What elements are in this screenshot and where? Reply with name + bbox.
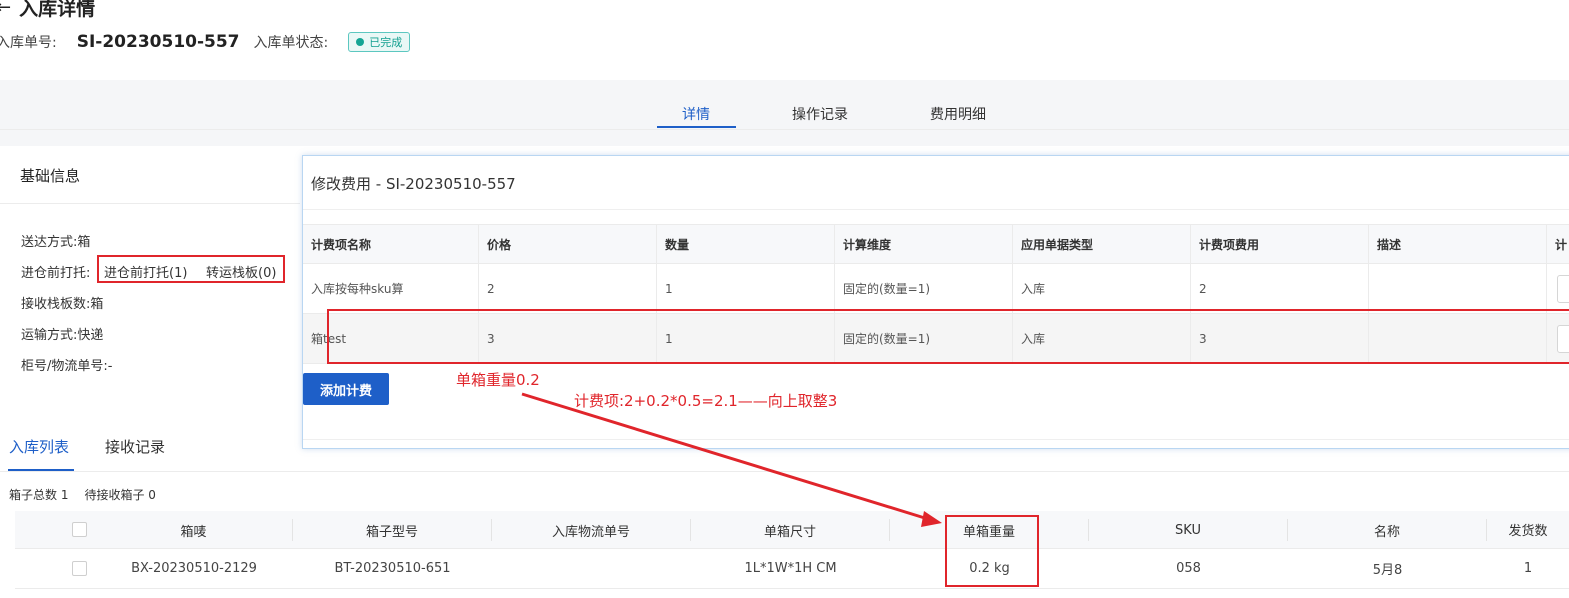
total-boxes: 箱子总数 1 [9, 488, 69, 502]
arrow-left-icon[interactable]: ← [0, 0, 11, 18]
tab-fee-details[interactable]: 费用明细 [930, 104, 986, 124]
status-badge: 已完成 [348, 32, 411, 52]
divider [0, 203, 300, 204]
cell-name: 5月8 [1372, 563, 1403, 578]
info-received-pallets: 接收栈板数:箱 [21, 297, 104, 312]
info-delivery-method: 送达方式:箱 [21, 235, 91, 250]
pallet-highlight-box [97, 255, 285, 283]
column-header: 描述 [1369, 225, 1547, 263]
column-header: 箱唛 [95, 519, 293, 541]
modal-title: 修改费用 - SI-20230510-557 [311, 175, 516, 193]
column-header: 计费项费用 [1191, 225, 1369, 263]
page-title: 入库详情 [19, 0, 96, 20]
column-header: 计算维度 [835, 225, 1013, 263]
weight-highlight-box [945, 515, 1039, 587]
column-header: 箱子型号 [293, 519, 492, 541]
divider [303, 439, 1569, 440]
cell-box-mark: BX-20230510-2129 [131, 561, 257, 576]
divider [0, 471, 1569, 472]
column-header: 计费项名称 [303, 225, 479, 263]
annotation-fee-formula: 计费项:2+0.2*0.5=2.1——向上取整3 [574, 392, 838, 410]
basic-info-title: 基础信息 [20, 167, 81, 185]
row-highlight-box [327, 309, 1569, 364]
column-header: 名称 [1288, 519, 1487, 541]
info-pallet-label: 进仓前打托: [21, 266, 91, 281]
edit-fee-modal: 修改费用 - SI-20230510-557 计费项名称 价格 数量 计算维度 … [302, 155, 1569, 449]
cell-description [1369, 264, 1547, 313]
box-counts: 箱子总数 1 待接收箱子 0 [9, 486, 156, 503]
tab-active-indicator [657, 126, 736, 128]
column-header: 入库物流单号 [492, 519, 691, 541]
checkbox-icon[interactable] [71, 561, 87, 576]
tab-operation-log[interactable]: 操作记录 [792, 104, 848, 124]
column-header: 发货数 [1508, 524, 1548, 539]
order-no-label: 入库单号: [0, 35, 57, 51]
divider [303, 209, 1569, 210]
cell-fee-amount: 2 [1191, 264, 1369, 313]
select-all-checkbox[interactable] [71, 511, 87, 548]
page-header: ← 入库详情 [0, 0, 95, 21]
cell-dimension: 固定的(数量=1) [835, 264, 1013, 313]
cell-doc-type: 入库 [1013, 264, 1191, 313]
table-row: BX-20230510-2129 BT-20230510-651 1L*1W*1… [15, 549, 1569, 589]
table-header-row: 箱唛 箱子型号 入库物流单号 单箱尺寸 单箱重量 SKU 名称 发货数 [15, 511, 1569, 549]
row-action-button[interactable] [1557, 275, 1569, 303]
status-text: 已完成 [369, 36, 403, 49]
annotation-box-weight: 单箱重量0.2 [456, 371, 540, 389]
column-header: 计 [1555, 237, 1568, 252]
pending-boxes: 待接收箱子 0 [84, 488, 156, 502]
column-header: SKU [1089, 519, 1288, 541]
cell-fee-name: 入库按每种sku算 [303, 264, 479, 313]
row-checkbox[interactable] [71, 549, 87, 588]
status-dot-icon [356, 38, 365, 46]
detail-tabs: 详情 操作记录 费用明细 [0, 80, 1569, 130]
table-header-row: 计费项名称 价格 数量 计算维度 应用单据类型 计费项费用 描述 计 [303, 224, 1569, 264]
info-container-no: 柜号/物流单号:- [21, 359, 113, 374]
order-summary: 入库单号: SI-20230510-557 入库单状态: 已完成 [0, 30, 411, 54]
cell-box-size: 1L*1W*1H CM [744, 561, 837, 576]
column-header: 单箱尺寸 [691, 519, 890, 541]
cell-sku: 058 [1176, 561, 1201, 576]
cell-ship-qty: 1 [1523, 561, 1533, 576]
tab-details[interactable]: 详情 [682, 104, 710, 124]
column-header: 价格 [479, 225, 657, 263]
checkbox-icon[interactable] [71, 522, 87, 537]
order-no: SI-20230510-557 [76, 32, 240, 52]
add-fee-button[interactable]: 添加计费 [303, 373, 389, 405]
cell-tracking-no [492, 549, 691, 588]
cell-quantity: 1 [657, 264, 835, 313]
cell-box-type: BT-20230510-651 [334, 561, 451, 576]
table-row: 入库按每种sku算 2 1 固定的(数量=1) 入库 2 [303, 264, 1569, 314]
tab-receive-log[interactable]: 接收记录 [105, 436, 165, 457]
section-gap [0, 130, 1569, 146]
cell-price: 2 [479, 264, 657, 313]
status-label: 入库单状态: [253, 35, 329, 51]
column-header: 应用单据类型 [1013, 225, 1191, 263]
info-transport: 运输方式:快递 [21, 328, 104, 343]
tab-inbound-list[interactable]: 入库列表 [9, 436, 69, 457]
column-header: 数量 [657, 225, 835, 263]
